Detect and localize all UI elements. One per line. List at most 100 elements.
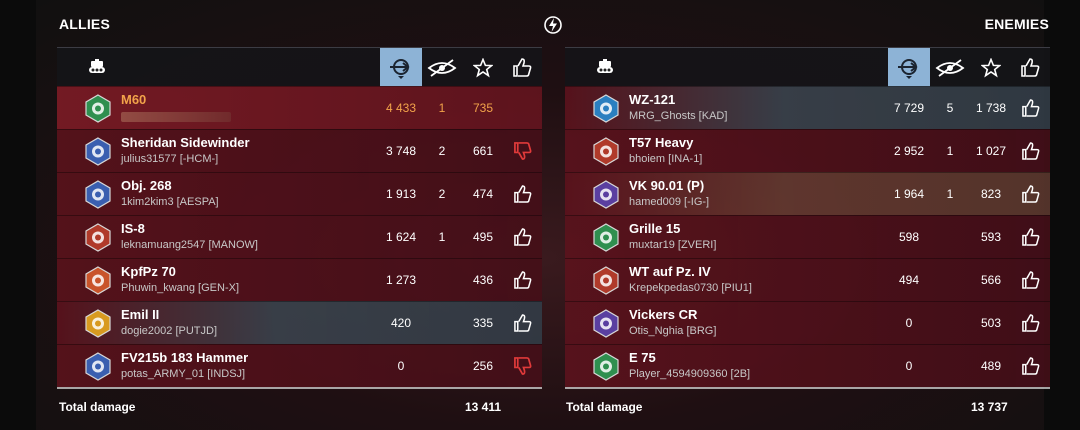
tank-name: Grille 15 (629, 221, 681, 236)
allies-total-value: 13 411 (465, 400, 502, 414)
player-name: Phuwin_kwang [GEN-X] (121, 282, 239, 294)
player-row[interactable]: WZ-121 MRG_Ghosts [KAD] 7 729 5 1 738 (565, 86, 1050, 129)
thumbs-up-icon[interactable] (1021, 185, 1040, 203)
player-name: MRG_Ghosts [KAD] (629, 110, 728, 122)
tank-badge-icon (85, 223, 111, 252)
damage-icon (390, 58, 410, 79)
player-row[interactable]: T57 Heavy bhoiem [INA-1] 2 952 1 1 027 (565, 129, 1050, 172)
player-row[interactable]: IS-8 leknamuang2547 [MANOW] 1 624 1 495 (57, 215, 542, 258)
damage-icon (898, 58, 918, 79)
thumbs-up-icon[interactable] (1021, 228, 1040, 246)
spotted-value: 1 (946, 187, 954, 201)
damage-value: 1 913 (385, 187, 417, 201)
player-row[interactable]: Sheridan Sidewinder julius31577 [-HCM-] 3 … (57, 129, 542, 172)
player-row[interactable]: FV215b 183 Hammer potas_ARMY_01 [INDSJ] 0 2… (57, 344, 542, 387)
blurred-player-name (121, 112, 231, 122)
player-row[interactable]: WT auf Pz. IV Krepekpedas0730 [PIU1] 494 56… (565, 258, 1050, 301)
xp-column-header[interactable] (970, 48, 1012, 87)
tank-name: Emil II (121, 307, 160, 322)
player-name: dogie2002 [PUTJD] (121, 325, 217, 337)
tank-name: T57 Heavy (629, 135, 694, 150)
xp-value: 593 (980, 230, 1002, 244)
player-row[interactable]: Obj. 268 1kim2kim3 [AESPA] 1 913 2 474 (57, 172, 542, 215)
thumbs-up-icon[interactable] (513, 271, 532, 289)
spotted-value: 1 (946, 144, 954, 158)
tank-badge-icon (85, 180, 111, 209)
damage-value: 2 952 (893, 144, 925, 158)
lightning-icon (542, 14, 564, 36)
tank-name: Vickers CR (629, 307, 698, 322)
enemies-panel: WZ-121 MRG_Ghosts [KAD] 7 729 5 1 738 T57 Hea… (565, 47, 1050, 389)
tank-name: VK 90.01 (P) (629, 178, 705, 193)
thumbs-up-icon[interactable] (1021, 314, 1040, 332)
damage-value: 0 (905, 316, 913, 330)
xp-value: 503 (980, 316, 1002, 330)
thumbs-up-icon[interactable] (1021, 99, 1040, 117)
tank-name: M60 (121, 92, 147, 107)
xp-value: 489 (980, 359, 1002, 373)
xp-value: 1 027 (975, 144, 1007, 158)
tank-icon (87, 58, 107, 76)
xp-value: 566 (980, 273, 1002, 287)
player-name: hamed009 [-IG-] (629, 196, 710, 208)
spotting-column-header[interactable] (421, 48, 463, 87)
thumbs-down-icon[interactable] (513, 357, 532, 375)
player-row[interactable]: KpfPz 70 Phuwin_kwang [GEN-X] 1 273 436 (57, 258, 542, 301)
player-row[interactable]: M60 4 433 1 735 (57, 86, 542, 129)
xp-value: 495 (472, 230, 494, 244)
enemies-total-label: Total damage (566, 400, 643, 414)
player-name: 1kim2kim3 [AESPA] (121, 196, 219, 208)
thumbs-down-icon[interactable] (513, 142, 532, 160)
damage-value: 0 (397, 359, 405, 373)
xp-column-header[interactable] (462, 48, 504, 87)
player-name: julius31577 [-HCM-] (121, 153, 219, 165)
thumbs-up-icon[interactable] (513, 228, 532, 246)
damage-column-header[interactable] (888, 48, 930, 87)
thumbs-up-icon[interactable] (1021, 357, 1040, 375)
tank-badge-icon (85, 352, 111, 381)
xp-value: 436 (472, 273, 494, 287)
thumbs-up-icon[interactable] (513, 314, 532, 332)
thumbs-up-icon[interactable] (1021, 142, 1040, 160)
left-edge (0, 0, 36, 430)
enemies-total-value: 13 737 (971, 400, 1008, 414)
xp-value: 335 (472, 316, 494, 330)
tank-badge-icon (85, 309, 111, 338)
thumbs-up-icon[interactable] (513, 185, 532, 203)
damage-column-header[interactable] (380, 48, 422, 87)
thumbs-up-icon (1021, 58, 1040, 77)
player-row[interactable]: Vickers CR Otis_Nghia [BRG] 0 503 (565, 301, 1050, 344)
player-row[interactable]: VK 90.01 (P) hamed009 [-IG-] 1 964 1 823 (565, 172, 1050, 215)
player-row[interactable]: Grille 15 muxtar19 [ZVERI] 598 593 (565, 215, 1050, 258)
player-name: bhoiem [INA-1] (629, 153, 703, 165)
player-name: Player_4594909360 [2B] (629, 368, 751, 380)
like-column-header[interactable] (501, 48, 543, 87)
tank-name: E 75 (629, 350, 656, 365)
like-column-header[interactable] (1009, 48, 1051, 87)
spotting-column-header[interactable] (929, 48, 971, 87)
player-row[interactable]: Emil II dogie2002 [PUTJD] 420 335 (57, 301, 542, 344)
player-name: Otis_Nghia [BRG] (629, 325, 717, 337)
tank-name: Sheridan Sidewinder (121, 135, 250, 150)
tank-name: FV215b 183 Hammer (121, 350, 249, 365)
damage-value: 1 964 (893, 187, 925, 201)
damage-value: 3 748 (385, 144, 417, 158)
damage-value: 7 729 (893, 101, 925, 115)
damage-value: 1 624 (385, 230, 417, 244)
tank-badge-icon (593, 309, 619, 338)
thumbs-up-icon[interactable] (1021, 271, 1040, 289)
tank-badge-icon (593, 94, 619, 123)
player-row[interactable]: E 75 Player_4594909360 [2B] 0 489 (565, 344, 1050, 387)
player-name: muxtar19 [ZVERI] (629, 239, 717, 251)
spotted-value: 1 (438, 101, 446, 115)
tank-badge-icon (593, 352, 619, 381)
spotted-value: 2 (438, 187, 446, 201)
xp-value: 256 (472, 359, 494, 373)
tank-badge-icon (593, 137, 619, 166)
xp-value: 735 (472, 101, 494, 115)
damage-value: 4 433 (385, 101, 417, 115)
spotted-value: 2 (438, 144, 446, 158)
xp-star-icon (981, 57, 1001, 77)
tank-badge-icon (85, 137, 111, 166)
spotted-value: 5 (946, 101, 954, 115)
